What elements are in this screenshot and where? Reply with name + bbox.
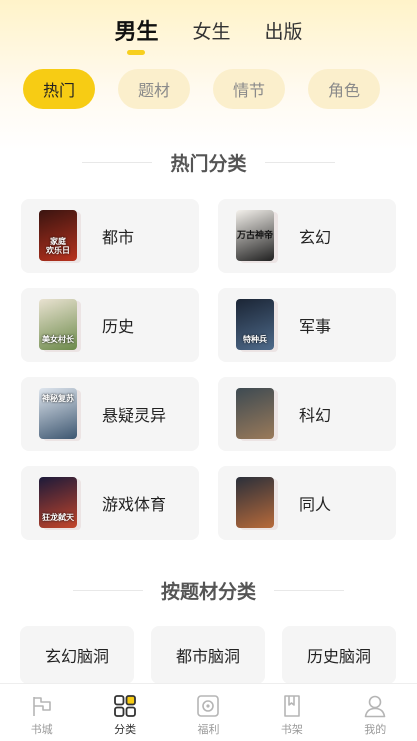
nav-label: 福利 [197,723,220,736]
flag-icon [32,697,51,716]
nav-label: 书城 [30,723,53,736]
tab-publish[interactable]: 出版 [265,17,303,44]
divider [274,589,344,591]
section-topic-header: 按题材分类 [0,575,417,605]
book-icon [284,695,300,717]
bottom-nav: 书城 分类 福利 书架 我的 [0,683,417,741]
book-cover: 万古神帝 [236,210,274,261]
category-label: 科幻 [299,406,332,425]
topic-fantasy-brainhole[interactable]: 玄幻脑洞 [20,626,134,684]
category-label: 玄幻 [299,228,332,247]
gift-icon [197,695,220,717]
grid-icon [114,695,136,717]
chip-hot[interactable]: 热门 [23,69,95,109]
nav-bookshelf[interactable]: 书架 [260,684,324,737]
nav-bookstore[interactable]: 书城 [10,684,74,737]
book-cover: 神秘复苏 [39,388,77,439]
category-card-scifi[interactable]: 科幻 [218,377,396,451]
book-cover [236,388,274,439]
cover-title: 特种兵 [243,335,267,344]
book-cover: 特种兵 [236,299,274,350]
gender-tabs: 男生 女生 出版 [0,12,417,48]
nav-label: 分类 [114,723,137,736]
user-icon [364,695,386,718]
category-label: 游戏体育 [102,495,167,514]
category-label: 同人 [299,495,332,514]
category-card-history[interactable]: 美女村长 历史 [21,288,199,362]
book-cover: 狂龙弑天 [39,477,77,528]
section-hot-title: 热门分类 [170,152,247,175]
category-card-mystery[interactable]: 神秘复苏 悬疑灵异 [21,377,199,451]
category-label: 历史 [102,317,135,336]
chip-role[interactable]: 角色 [308,69,380,109]
topic-history-brainhole[interactable]: 历史脑洞 [282,626,396,684]
nav-welfare[interactable]: 福利 [176,684,240,737]
filter-chips: 热门 题材 情节 角色 [23,69,380,109]
chip-plot[interactable]: 情节 [213,69,285,109]
category-card-game-sports[interactable]: 狂龙弑天 游戏体育 [21,466,199,540]
category-label: 都市 [102,228,135,247]
cover-title: 神秘复苏 [42,394,74,403]
chip-theme[interactable]: 题材 [118,69,190,109]
cover-title: 家庭 欢乐日 [46,237,70,255]
category-card-urban[interactable]: 家庭 欢乐日 都市 [21,199,199,273]
nav-label: 书架 [280,723,303,736]
cover-title: 万古神帝 [236,231,273,241]
section-hot-header: 热门分类 [0,147,417,177]
cover-title: 狂龙弑天 [42,513,74,522]
category-grid: 家庭 欢乐日 都市 万古神帝 玄幻 美女村长 历史 特种兵 军事 神秘复苏 悬疑… [21,199,396,540]
divider [82,161,153,163]
nav-label: 我的 [364,723,387,736]
category-card-fanfic[interactable]: 同人 [218,466,396,540]
divider [72,589,143,591]
category-label: 悬疑灵异 [102,406,167,425]
topic-row: 玄幻脑洞 都市脑洞 历史脑洞 [20,626,396,684]
nav-mine[interactable]: 我的 [343,684,407,737]
tab-female[interactable]: 女生 [192,17,230,44]
category-label: 军事 [299,317,332,336]
nav-category[interactable]: 分类 [93,684,157,737]
topic-urban-brainhole[interactable]: 都市脑洞 [151,626,265,684]
book-cover: 家庭 欢乐日 [39,210,77,261]
category-card-military[interactable]: 特种兵 军事 [218,288,396,362]
section-topic-title: 按题材分类 [160,580,256,603]
cover-title: 美女村长 [42,335,74,344]
tab-male[interactable]: 男生 [114,14,158,46]
book-cover: 美女村长 [39,299,77,350]
category-card-fantasy[interactable]: 万古神帝 玄幻 [218,199,396,273]
book-cover [236,477,274,528]
divider [264,161,335,163]
